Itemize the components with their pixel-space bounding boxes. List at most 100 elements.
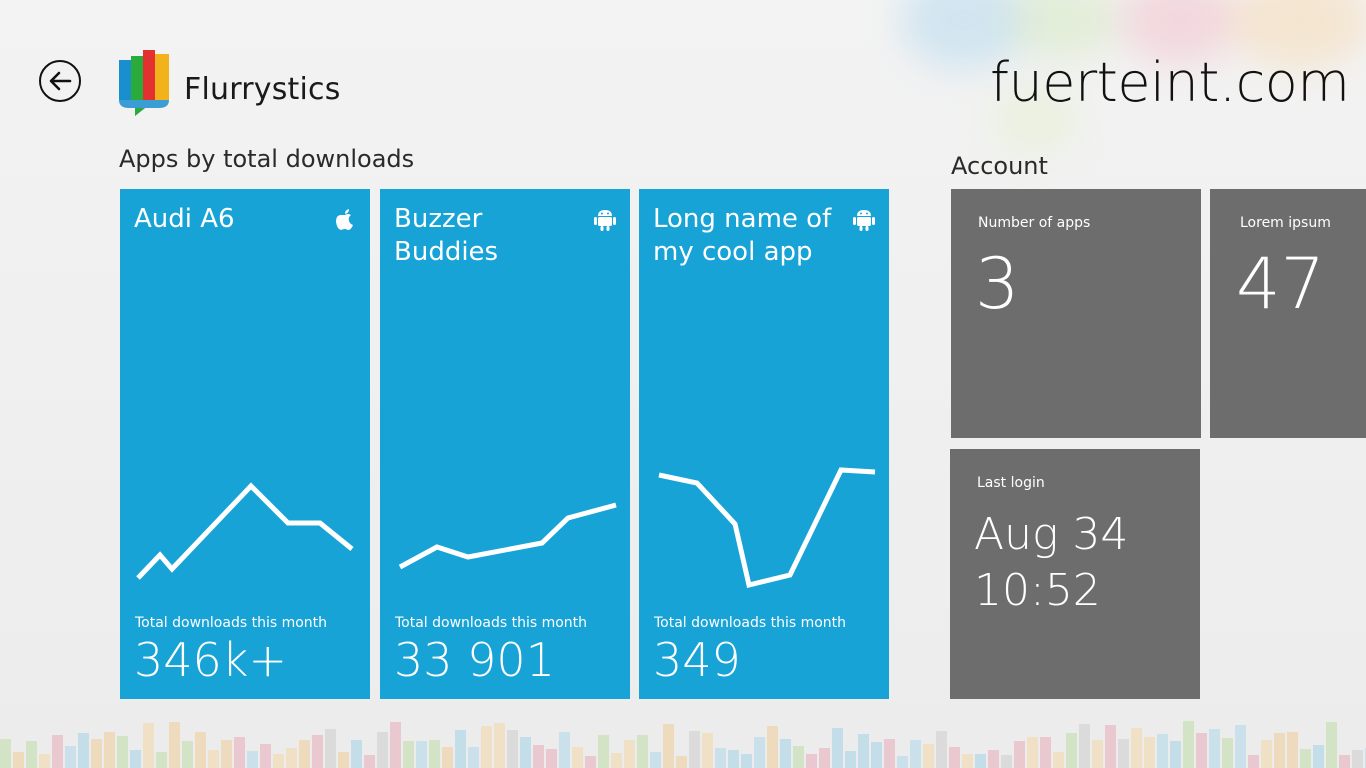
decorative-bar: [611, 753, 622, 768]
decorative-bar: [351, 740, 362, 768]
decorative-bar: [832, 728, 843, 768]
account-section-heading: Account: [951, 152, 1048, 180]
decorative-bar: [780, 739, 791, 768]
decorative-bar: [156, 752, 167, 768]
last-login-time: 10:52: [974, 565, 1101, 616]
decorative-bar: [52, 735, 63, 768]
decorative-bar: [1339, 755, 1350, 768]
decorative-bar: [754, 737, 765, 768]
app-tile-long-name[interactable]: Long name of my cool app Total downloads…: [639, 189, 889, 699]
decorative-bar: [13, 752, 24, 768]
decorative-bar: [988, 750, 999, 768]
decorative-bar: [1079, 724, 1090, 768]
tile-label: Lorem ipsum: [1240, 215, 1331, 231]
decorative-bar: [364, 755, 375, 768]
decorative-bar: [1183, 721, 1194, 768]
decorative-bar: [208, 750, 219, 768]
decorative-bar: [442, 747, 453, 768]
decorative-bar: [390, 722, 401, 768]
tile-value: 47: [1236, 243, 1326, 325]
apps-section-heading: Apps by total downloads: [119, 145, 415, 173]
decorative-bar: [546, 749, 557, 768]
app-name: Audi A6: [134, 204, 235, 234]
downloads-sparkline: [136, 482, 354, 580]
decorative-bar: [598, 735, 609, 768]
lorem-ipsum-tile[interactable]: Lorem ipsum 47: [1210, 189, 1366, 438]
decorative-bar: [78, 733, 89, 768]
decorative-bar-strip: [0, 718, 1366, 768]
decorative-bar: [1287, 732, 1298, 768]
app-title: Flurrystics: [184, 72, 341, 107]
decorative-bar: [91, 739, 102, 768]
decorative-bar: [936, 731, 947, 768]
decorative-bar: [767, 726, 778, 768]
decorative-bar: [117, 736, 128, 768]
number-of-apps-tile[interactable]: Number of apps 3: [951, 189, 1201, 438]
decorative-bar: [1027, 737, 1038, 768]
app-tile-audi-a6[interactable]: Audi A6 Total downloads this month 346k+: [120, 189, 370, 699]
decorative-bar: [481, 726, 492, 768]
decorative-bar: [1196, 733, 1207, 768]
decorative-bar: [689, 731, 700, 768]
decorative-bar: [1326, 722, 1337, 768]
decorative-bar: [65, 746, 76, 768]
back-arrow-icon: [49, 71, 72, 91]
decorative-bar: [962, 754, 973, 768]
decorative-bar: [1131, 728, 1142, 768]
app-tile-buzzer-buddies[interactable]: Buzzer Buddies Total downloads this mont…: [380, 189, 630, 699]
downloads-value: 349: [653, 633, 741, 687]
account-name: fuerteint.com: [990, 51, 1350, 114]
decorative-bar: [299, 740, 310, 768]
decorative-bar: [845, 751, 856, 768]
decorative-bar: [1092, 740, 1103, 768]
decorative-bar: [455, 730, 466, 768]
apple-icon: [336, 209, 353, 230]
downloads-sparkline: [398, 502, 617, 570]
app-name: Long name of my cool app: [653, 204, 832, 267]
decorative-bar: [1118, 739, 1129, 768]
decorative-bar: [195, 732, 206, 768]
downloads-sparkline: [658, 467, 876, 589]
decorative-bar: [624, 740, 635, 768]
back-button[interactable]: [39, 60, 81, 102]
decorative-bar: [182, 741, 193, 768]
decorative-bar: [520, 737, 531, 768]
decorative-bar: [1144, 737, 1155, 768]
tile-value: Aug 34 10:52: [974, 507, 1128, 619]
decorative-bar: [494, 723, 505, 768]
decorative-bar: [143, 723, 154, 768]
downloads-value: 33 901: [394, 633, 555, 687]
decorative-bar: [910, 740, 921, 768]
flurrystics-logo: [119, 50, 169, 116]
decorative-bar: [130, 750, 141, 768]
decorative-bar: [676, 756, 687, 768]
decorative-bar: [247, 751, 258, 768]
decorative-bar: [1170, 741, 1181, 768]
decorative-bar: [559, 732, 570, 768]
decorative-bar: [1222, 738, 1233, 768]
tile-label: Number of apps: [978, 215, 1091, 231]
decorative-bar: [325, 729, 336, 768]
decorative-bar: [923, 744, 934, 768]
decorative-bar: [637, 735, 648, 768]
decorative-bar: [819, 748, 830, 768]
decorative-bar: [871, 742, 882, 768]
decorative-bar: [949, 747, 960, 768]
decorative-bar: [1053, 752, 1064, 768]
decorative-bar: [806, 754, 817, 768]
account-selector[interactable]: fuerteint.com: [990, 52, 1366, 114]
decorative-bar: [0, 739, 11, 768]
decorative-bar: [1014, 741, 1025, 768]
decorative-bar: [533, 745, 544, 768]
decorative-bar: [104, 732, 115, 768]
decorative-bar: [312, 735, 323, 768]
decorative-bar: [1066, 733, 1077, 768]
decorative-bar: [416, 741, 427, 768]
decorative-bar: [1105, 725, 1116, 768]
decorative-bar: [1209, 729, 1220, 768]
decorative-bar: [1300, 749, 1311, 768]
last-login-tile[interactable]: Last login Aug 34 10:52: [950, 449, 1200, 699]
app-name: Buzzer Buddies: [394, 204, 499, 267]
decorative-bar: [715, 748, 726, 768]
android-icon: [594, 210, 616, 231]
